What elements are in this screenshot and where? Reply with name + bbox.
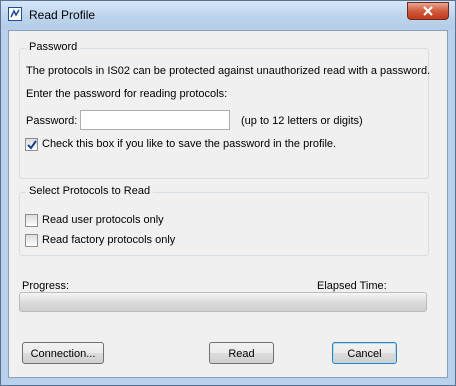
save-password-label[interactable]: Check this box if you like to save the p… bbox=[42, 138, 336, 150]
password-info-text: The protocols in IS02 can be protected a… bbox=[26, 65, 431, 77]
password-prompt-text: Enter the password for reading protocols… bbox=[26, 88, 228, 100]
progress-label: Progress: bbox=[22, 280, 70, 292]
title-bar[interactable]: Read Profile bbox=[1, 1, 455, 29]
protocols-group: Select Protocols to Read Read user proto… bbox=[19, 185, 429, 256]
password-group-title: Password bbox=[26, 41, 81, 53]
read-user-only-checkbox[interactable] bbox=[25, 214, 38, 227]
close-button[interactable] bbox=[407, 2, 449, 20]
save-password-checkbox[interactable] bbox=[25, 138, 38, 151]
connection-button[interactable]: Connection... bbox=[22, 342, 104, 364]
elapsed-time-label: Elapsed Time: bbox=[317, 280, 387, 292]
read-user-only-label[interactable]: Read user protocols only bbox=[42, 214, 164, 226]
read-button[interactable]: Read bbox=[209, 342, 274, 364]
read-factory-only-label[interactable]: Read factory protocols only bbox=[42, 234, 175, 246]
password-label: Password: bbox=[26, 115, 78, 127]
app-icon bbox=[8, 7, 22, 21]
dialog-body: Password The protocols in IS02 can be pr… bbox=[8, 30, 448, 378]
close-icon bbox=[423, 6, 433, 16]
checkmark-icon bbox=[27, 140, 37, 150]
cancel-button[interactable]: Cancel bbox=[332, 342, 397, 364]
window-title: Read Profile bbox=[29, 8, 96, 22]
progress-bar bbox=[19, 292, 427, 312]
password-hint: (up to 12 letters or digits) bbox=[241, 115, 363, 127]
password-input[interactable] bbox=[80, 110, 230, 130]
protocols-group-title: Select Protocols to Read bbox=[26, 185, 154, 197]
password-group: Password The protocols in IS02 can be pr… bbox=[19, 41, 431, 179]
read-profile-window: Read Profile Password The protocols in I… bbox=[0, 0, 456, 386]
read-factory-only-checkbox[interactable] bbox=[25, 234, 38, 247]
